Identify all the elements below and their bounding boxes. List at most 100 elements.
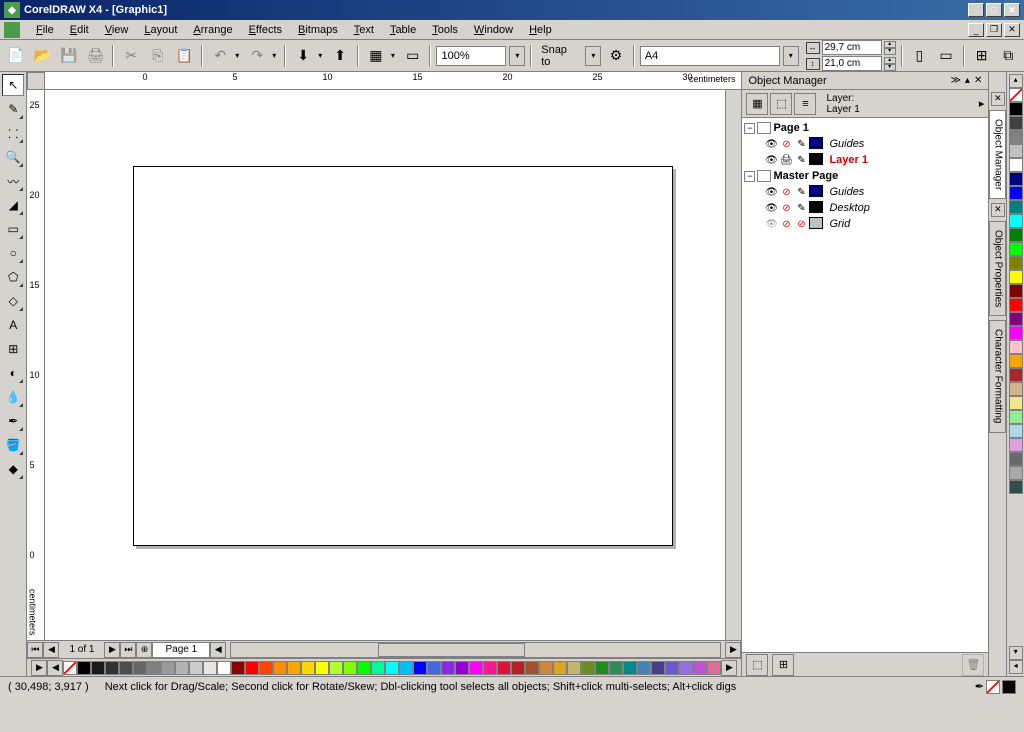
color-swatch[interactable]	[1009, 270, 1023, 284]
tab-character-formatting[interactable]: Character Formatting	[989, 320, 1006, 432]
color-swatch[interactable]	[119, 661, 133, 675]
color-swatch[interactable]	[203, 661, 217, 675]
horizontal-scrollbar[interactable]	[230, 642, 721, 658]
visible-icon[interactable]: 👁	[764, 201, 778, 215]
interactive-fill-tool[interactable]: ◆	[2, 458, 24, 480]
close-button[interactable]: ✕	[1004, 3, 1020, 17]
color-swatch[interactable]	[315, 661, 329, 675]
color-swatch[interactable]	[399, 661, 413, 675]
cut-button[interactable]: ✂	[119, 44, 143, 68]
menu-file[interactable]: File	[28, 22, 62, 38]
color-swatch[interactable]	[539, 661, 553, 675]
menu-text[interactable]: Text	[346, 22, 382, 38]
new-master-layer-button[interactable]: ⊞	[772, 654, 794, 676]
import-dropdown[interactable]: ▾	[315, 51, 325, 60]
color-swatch[interactable]	[175, 661, 189, 675]
visible-icon[interactable]: 👁	[764, 153, 778, 167]
outline-pen-icon[interactable]: ✒	[975, 680, 984, 693]
color-swatch[interactable]	[553, 661, 567, 675]
snap-dropdown[interactable]: ▾	[585, 46, 601, 66]
menu-help[interactable]: Help	[521, 22, 560, 38]
minimize-button[interactable]: _	[968, 3, 984, 17]
smart-fill-tool[interactable]: ◢	[2, 194, 24, 216]
docker-close-icon[interactable]: ✕	[974, 75, 982, 86]
pick-tool[interactable]: ↖	[2, 74, 24, 96]
layer-color[interactable]	[809, 217, 823, 229]
color-swatch[interactable]	[651, 661, 665, 675]
color-swatch[interactable]	[343, 661, 357, 675]
color-swatch[interactable]	[441, 661, 455, 675]
height-down[interactable]: ▾	[884, 64, 896, 71]
color-swatch[interactable]	[413, 661, 427, 675]
color-swatch[interactable]	[1009, 312, 1023, 326]
color-swatch[interactable]	[693, 661, 707, 675]
printable-icon[interactable]: ⊘	[779, 185, 793, 199]
color-swatch[interactable]	[1009, 410, 1023, 424]
color-swatch[interactable]	[497, 661, 511, 675]
zoom-tool[interactable]: 🔍	[2, 146, 24, 168]
copy-button[interactable]: ⎘	[146, 44, 170, 68]
docker-collapse-icon[interactable]: ▴	[965, 75, 970, 86]
maximize-button[interactable]: □	[986, 3, 1002, 17]
menu-view[interactable]: View	[97, 22, 137, 38]
editable-icon[interactable]: ✎	[794, 185, 808, 199]
color-swatch[interactable]	[679, 661, 693, 675]
menu-table[interactable]: Table	[382, 22, 424, 38]
prev-page-button[interactable]: ◀	[43, 642, 59, 658]
color-swatch[interactable]	[1009, 158, 1023, 172]
color-swatch[interactable]	[189, 661, 203, 675]
color-swatch[interactable]	[1009, 214, 1023, 228]
portrait-button[interactable]: ▯	[908, 44, 932, 68]
color-swatch[interactable]	[105, 661, 119, 675]
shape-tool[interactable]: ✎	[2, 98, 24, 120]
welcome-button[interactable]: ▭	[401, 44, 425, 68]
color-swatch[interactable]	[1009, 326, 1023, 340]
table-tool[interactable]: ⊞	[2, 338, 24, 360]
tab-object-manager[interactable]: Object Manager	[989, 110, 1006, 199]
menu-edit[interactable]: Edit	[62, 22, 97, 38]
vertical-ruler[interactable]: 25 20 15 10 5 0 centimeters	[27, 90, 45, 640]
color-swatch[interactable]	[525, 661, 539, 675]
horizontal-ruler[interactable]: 0 5 10 15 20 25 30 centimeters	[27, 72, 741, 90]
mdi-minimize-button[interactable]: _	[968, 23, 984, 37]
new-button[interactable]: 📄	[4, 44, 28, 68]
visible-icon[interactable]: 👁	[764, 217, 778, 231]
layer-color[interactable]	[809, 153, 823, 165]
color-swatch[interactable]	[91, 661, 105, 675]
layer-color[interactable]	[809, 201, 823, 213]
color-swatch[interactable]	[1009, 396, 1023, 410]
color-swatch[interactable]	[427, 661, 441, 675]
fill-indicator[interactable]	[986, 680, 1000, 694]
color-swatch[interactable]	[665, 661, 679, 675]
export-button[interactable]: ⬆	[328, 44, 352, 68]
first-page-button[interactable]: ⏮	[27, 642, 43, 658]
color-swatch[interactable]	[133, 661, 147, 675]
freehand-tool[interactable]: 〰	[2, 170, 24, 192]
palette-play[interactable]: ▶	[31, 660, 47, 676]
color-swatch[interactable]	[1009, 102, 1023, 116]
editable-icon[interactable]: ✎	[794, 201, 808, 215]
new-layer-button[interactable]: ⬚	[746, 654, 768, 676]
editable-icon[interactable]: ⊘	[794, 217, 808, 231]
edit-layers-button[interactable]: ⬚	[770, 93, 792, 115]
color-swatch[interactable]	[1009, 242, 1023, 256]
page-height-input[interactable]	[822, 56, 882, 71]
docker-titlebar[interactable]: Object Manager ≫ ▴ ✕	[742, 72, 988, 90]
object-tree[interactable]: − Page 1 👁 ⊘ ✎ Guides 👁 🖨 ✎	[742, 118, 988, 652]
printable-icon[interactable]: ⊘	[779, 201, 793, 215]
no-color-swatch[interactable]	[1009, 88, 1023, 102]
eyedropper-tool[interactable]: 💧	[2, 386, 24, 408]
menu-window[interactable]: Window	[466, 22, 521, 38]
color-swatch[interactable]	[161, 661, 175, 675]
color-swatch[interactable]	[1009, 368, 1023, 382]
docker-close-x-2[interactable]: ✕	[991, 203, 1005, 217]
mdi-close-button[interactable]: ✕	[1004, 23, 1020, 37]
tab-object-properties[interactable]: Object Properties	[989, 221, 1006, 316]
hscroll-right[interactable]: ▶	[725, 642, 741, 658]
import-button[interactable]: ⬇	[291, 44, 315, 68]
color-swatch[interactable]	[385, 661, 399, 675]
add-page-button[interactable]: ⊕	[136, 642, 152, 658]
height-up[interactable]: ▴	[884, 57, 896, 64]
zoom-input[interactable]	[436, 46, 506, 66]
hscroll-left[interactable]: ◀	[210, 642, 226, 658]
